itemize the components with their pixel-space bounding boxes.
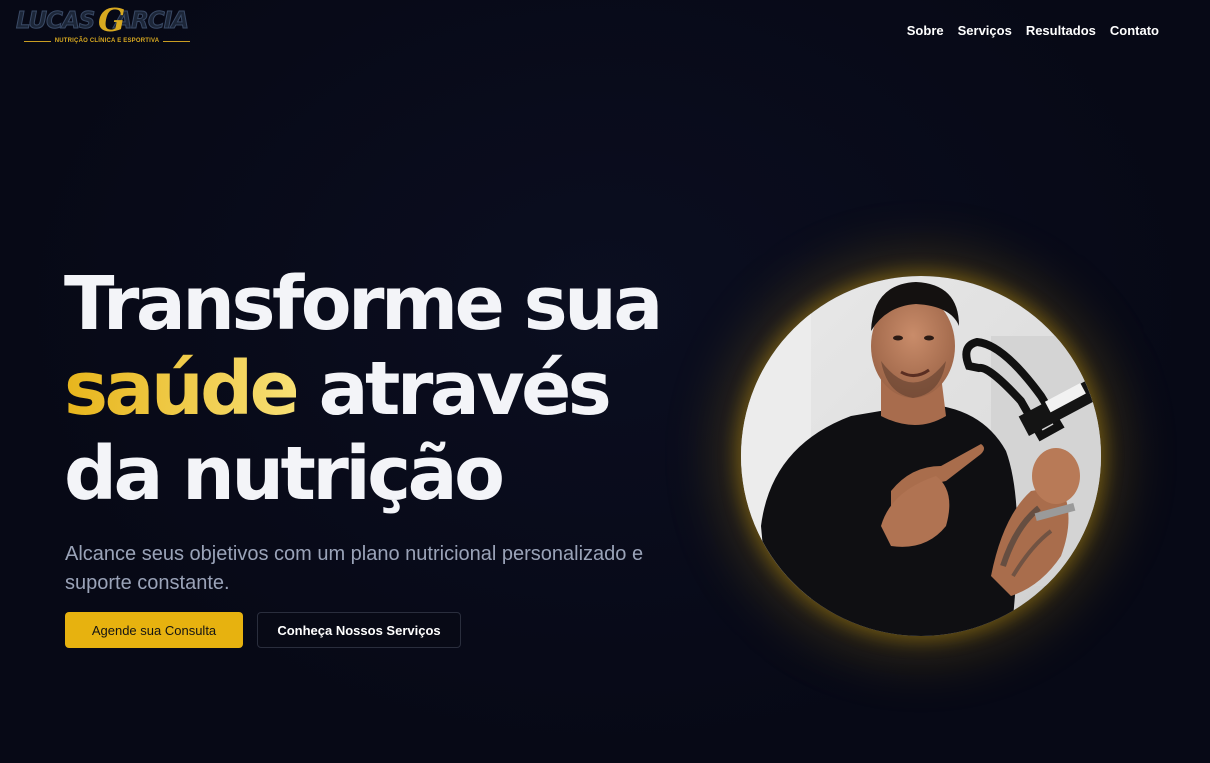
logo-initial: G [98,1,126,39]
nav-link-resultados[interactable]: Resultados [1026,22,1096,40]
hero-title-line2: através [296,346,612,432]
nav-link-servicos[interactable]: Serviços [958,22,1012,40]
logo-tagline: NUTRIÇÃO CLÍNICA E ESPORTIVA [24,38,191,44]
brand-logo[interactable]: LUCAS ARCIA G NUTRIÇÃO CLÍNICA E ESPORTIV… [15,4,196,52]
nutritionist-photo [741,276,1101,636]
hero-title: Transforme sua saúde através da nutrição [64,261,663,517]
hero-subtitle: Alcance seus objetivos com um plano nutr… [65,543,644,594]
nutritionist-photo-icon [741,276,1101,636]
nav-link-sobre[interactable]: Sobre [907,22,944,40]
book-consultation-button[interactable]: Agende sua Consulta [65,612,243,648]
view-services-button[interactable]: Conheça Nossos Serviços [257,612,461,648]
hero-title-line1: Transforme sua [64,261,663,347]
hero-title-line3: da nutrição [64,431,505,517]
nav-link-contato[interactable]: Contato [1110,22,1159,40]
main-nav: Sobre Serviços Resultados Contato [907,22,1159,40]
page: LUCAS ARCIA G NUTRIÇÃO CLÍNICA E ESPORTIV… [0,0,1210,763]
hero-title-accent: saúde [64,346,300,432]
